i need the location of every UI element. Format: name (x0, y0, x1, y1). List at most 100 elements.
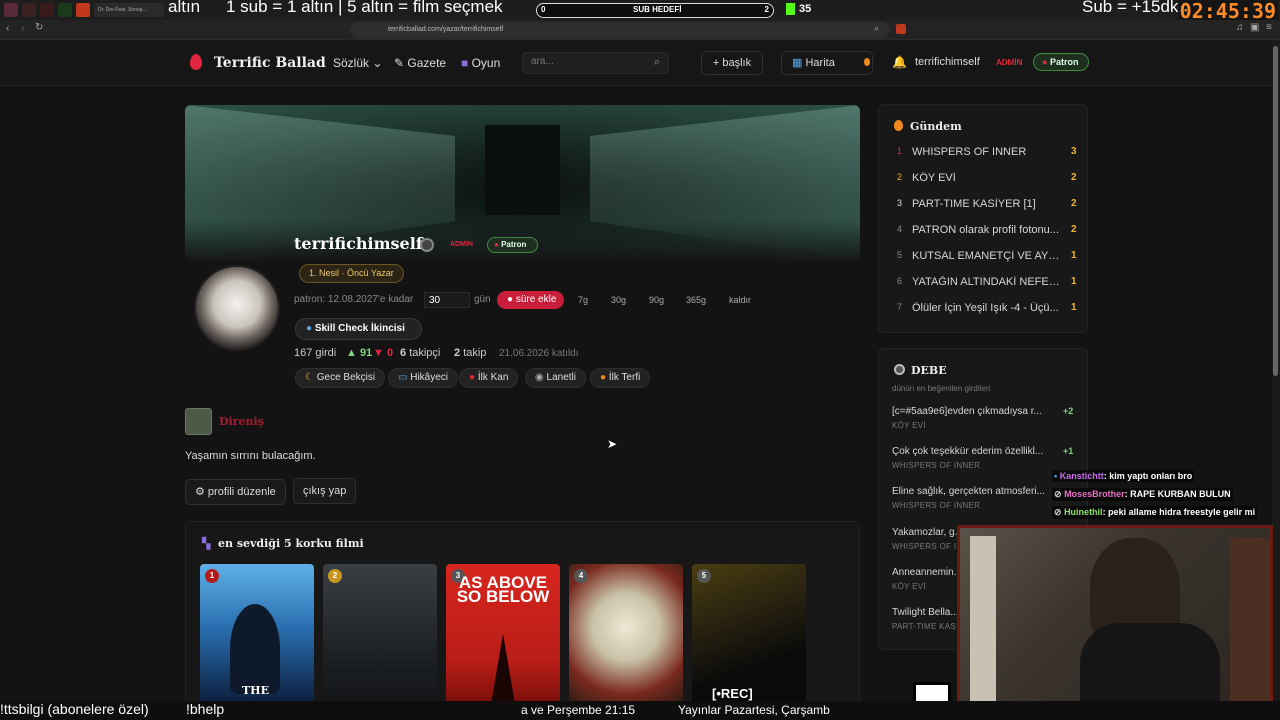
chat-badge-icon: ▪ (1054, 471, 1058, 481)
back-icon[interactable]: ‹ (6, 23, 9, 34)
add-time-button[interactable]: ● süre ekle (497, 291, 564, 309)
debe-entry-score: +2 (1063, 406, 1074, 416)
skill-check-badge: ● Skill Check İkincisi (295, 318, 422, 340)
rank-badge: 1. Nesil · Öncü Yazar (299, 264, 404, 283)
map-button[interactable]: ▦ Harita (781, 51, 873, 75)
overlay-tab-icon (4, 3, 18, 17)
book-icon: ▭ (398, 372, 408, 383)
menu-icon[interactable]: ≡ (1266, 22, 1272, 33)
drop-icon: ● (1042, 57, 1048, 67)
media-icon[interactable]: ♫ (1236, 22, 1244, 33)
webcam-shelf (1230, 538, 1270, 708)
patron-days-input[interactable] (424, 292, 470, 308)
zoom-icon[interactable]: ⌕ (874, 23, 879, 34)
bell-icon[interactable]: 🔔 (892, 55, 907, 69)
duration-90g[interactable]: 90g (649, 295, 664, 305)
film-rank-1: 1 (205, 569, 219, 583)
entry-count[interactable]: 167 girdi (294, 347, 336, 359)
achievement-gece-bekcisi: ☾ Gece Bekçisi (295, 368, 386, 388)
nav-oyun[interactable]: ■ Oyun (461, 56, 500, 70)
film-poster-4[interactable]: 4 (569, 564, 683, 704)
following[interactable]: 2 takip (454, 347, 486, 359)
url-text: terrificballad.com/yazar/terrifichimself (388, 26, 504, 33)
overlay-tab-icon (58, 3, 72, 17)
duration-365g[interactable]: 365g (686, 295, 706, 305)
chat-message: ⊘ MosesBrother: RAPE KURBAN BULUN (1052, 488, 1233, 501)
sub-goal-right: 2 (764, 5, 769, 14)
nav-sozluk[interactable]: Sözlük ⌄ (333, 56, 382, 70)
sub-goal-label: SUB HEDEFİ (633, 5, 682, 14)
scrollbar-thumb[interactable] (1273, 46, 1278, 376)
profile-patron-badge: ● Patron (487, 237, 538, 253)
stream-bottom-bar: !ttsbilgi (abonelere özel) !bhelp a ve P… (0, 701, 1280, 720)
debe-entry-topic[interactable]: WHISPERS OF INNER (892, 461, 980, 470)
moon-icon: ☾ (305, 372, 314, 383)
film-poster-3[interactable]: 3 AS ABOVE SO BELOW (446, 564, 560, 704)
overlay-altin-text: altın (168, 0, 201, 16)
edit-profile-button[interactable]: ⚙ profili düzenle (185, 479, 286, 505)
profile-admin-badge: ADMİN (450, 241, 473, 248)
search-box[interactable]: ⌕ (522, 52, 669, 74)
faction-name[interactable]: Direniş (219, 415, 264, 428)
debe-title: DEBE (911, 364, 947, 377)
debe-entry-title[interactable]: Çok çok teşekkür ederim özellikl... (892, 446, 1052, 457)
webcam-door (970, 536, 996, 711)
chat-message: ▪ Kanstichtt: kim yaptı onları bro (1052, 470, 1195, 482)
join-date: 21.06.2026 katıldı (499, 348, 579, 359)
logout-button[interactable]: çıkış yap (293, 478, 357, 504)
debe-entry-topic[interactable]: KÖY EVİ (892, 582, 926, 591)
overlay-tab-music: Dr. Dre Feat. Snoop... (94, 3, 164, 17)
command-ttsbilgi: !ttsbilgi (abonelere özel) (0, 701, 149, 717)
overlay-tab-icon (76, 3, 90, 17)
chat-badge-icon: ⊘ (1054, 507, 1062, 517)
page-scrollbar[interactable] (1272, 40, 1280, 700)
film-tower (491, 634, 515, 704)
map-icon: ▦ (792, 57, 803, 69)
kick-icon (786, 3, 795, 15)
favorite-films-section: ▚ en sevdiği 5 korku filmi 1 THE 2 3 AS … (185, 521, 860, 711)
duration-30g[interactable]: 30g (611, 295, 626, 305)
debe-entry-score: +1 (1063, 446, 1074, 456)
logo-drop-icon (190, 54, 202, 70)
debe-entry-topic[interactable]: PART-TIME KAS... (892, 622, 964, 631)
debe-entry-topic[interactable]: KÖY EVİ (892, 421, 926, 430)
new-topic-button[interactable]: + başlık (701, 51, 763, 75)
debe-entry-topic[interactable]: WHISPERS OF INNER (892, 501, 980, 510)
forward-icon[interactable]: › (21, 23, 24, 34)
search-icon[interactable]: ⌕ (654, 56, 660, 69)
reload-icon[interactable]: ↻ (35, 22, 43, 33)
site-header: Terrific Ballad Sözlük ⌄ ✎ Gazete ■ Oyun… (0, 40, 1272, 86)
site-logo[interactable]: Terrific Ballad (214, 55, 326, 71)
stream-overlay-top: Dr. Dre Feat. Snoop... altın 1 sub = 1 a… (0, 0, 1280, 23)
duration-7g[interactable]: 7g (578, 295, 588, 305)
drop-icon: ● (494, 240, 499, 249)
nav-gazete[interactable]: ✎ Gazete (394, 56, 446, 70)
mouse-cursor: ➤ (607, 437, 618, 451)
header-username[interactable]: terrifichimself (915, 56, 980, 68)
days-unit: gün (474, 294, 491, 305)
search-input[interactable] (531, 56, 641, 67)
debe-entry-title[interactable]: [c=#5aa9e6]evden çıkmadıysa r... (892, 406, 1052, 417)
header-admin-badge: ADMİN (996, 58, 1023, 67)
kick-count: 35 (799, 3, 812, 15)
debe-entry-title[interactable]: Eline sağlık, gerçekten atmosferi... (892, 486, 1052, 497)
chat-badge-icon: ⊘ (1054, 489, 1062, 499)
extension-icon[interactable] (896, 24, 906, 34)
avatar[interactable] (194, 265, 280, 351)
eye-icon (420, 238, 434, 252)
remove-patron[interactable]: kaldır (729, 295, 751, 305)
drop-icon: ● (469, 372, 476, 383)
url-bar[interactable]: terrificballad.com/yazar/terrifichimself (350, 22, 890, 38)
eye-icon (894, 364, 905, 375)
tabs-icon[interactable]: ▣ (1250, 22, 1259, 33)
clapper-icon: ▚ (202, 538, 211, 550)
profile-bio: Yaşamın sırrını bulacağım. (185, 450, 316, 462)
medal-icon: ● (600, 372, 607, 383)
schedule-ticker-2: Yayınlar Pazartesi, Çarşamb (678, 703, 830, 717)
schedule-ticker-1: a ve Perşembe 21:15 (521, 703, 636, 717)
film-poster-5[interactable]: 5 [•REC] (692, 564, 806, 704)
film-poster-2[interactable]: 2 (323, 564, 437, 704)
film-poster-1[interactable]: 1 THE (200, 564, 314, 704)
achievement-hikayeci: ▭ Hikâyeci (388, 368, 459, 388)
followers[interactable]: 6 takipçi (400, 347, 440, 359)
